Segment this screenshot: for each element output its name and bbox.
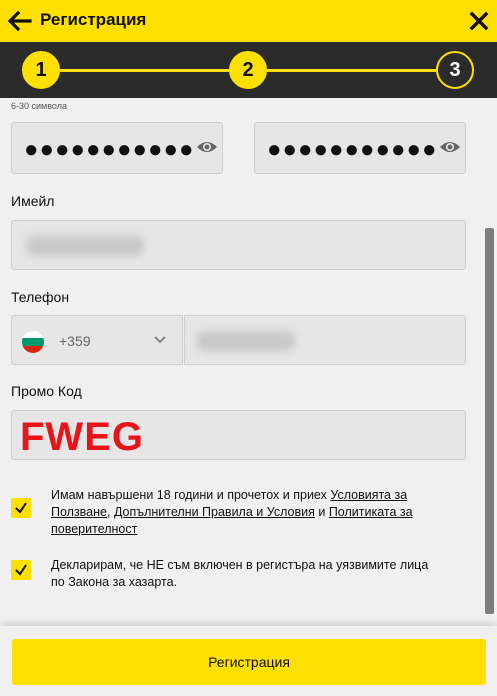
back-arrow-icon[interactable] bbox=[6, 9, 32, 33]
password-field[interactable]: ●●●●●●●●●●● bbox=[11, 122, 223, 174]
page-title: Регистрация bbox=[40, 10, 147, 29]
password-value: ●●●●●●●●●●● bbox=[24, 136, 195, 163]
step-3: 3 bbox=[436, 51, 474, 89]
confirm-password-value: ●●●●●●●●●●● bbox=[267, 136, 438, 163]
promo-code-value: FWEG bbox=[20, 415, 144, 459]
password-hint: 6-30 символа bbox=[11, 101, 67, 111]
show-confirm-password-icon[interactable] bbox=[439, 139, 461, 155]
bulgaria-flag-icon bbox=[22, 331, 44, 353]
declaration-text: Декларирам, че НЕ съм включен в регистър… bbox=[51, 558, 429, 589]
step-1: 1 bbox=[22, 51, 60, 89]
header-bar: Регистрация bbox=[0, 0, 497, 42]
scrollbar[interactable] bbox=[485, 228, 494, 614]
email-label: Имейл bbox=[11, 193, 55, 209]
checkmark-icon bbox=[15, 502, 27, 514]
age-terms-intro: Имам навършени 18 години и прочетох и пр… bbox=[51, 488, 331, 502]
separator-comma: , bbox=[107, 505, 114, 519]
checkmark-icon bbox=[15, 564, 27, 576]
country-code-value: +359 bbox=[59, 333, 91, 349]
email-field[interactable] bbox=[11, 220, 466, 270]
promo-label: Промо Код bbox=[11, 383, 82, 399]
age-terms-text: Имам навършени 18 години и прочетох и пр… bbox=[51, 487, 431, 538]
phone-value-redacted bbox=[197, 331, 295, 351]
separator-and: и bbox=[314, 505, 329, 519]
registration-stepper: 1 2 3 bbox=[0, 42, 497, 98]
promo-code-field[interactable]: FWEG bbox=[11, 410, 466, 460]
register-button[interactable]: Регистрация bbox=[12, 639, 486, 685]
chevron-down-icon bbox=[154, 336, 166, 344]
footer-bar: Регистрация bbox=[0, 626, 497, 696]
step-2: 2 bbox=[229, 51, 267, 89]
country-code-select[interactable]: +359 bbox=[11, 315, 183, 365]
confirm-password-field[interactable]: ●●●●●●●●●●● bbox=[254, 122, 466, 174]
declaration-checkbox[interactable] bbox=[11, 560, 31, 580]
additional-rules-link[interactable]: Допълнителни Правила и Условия bbox=[114, 505, 315, 519]
phone-number-field[interactable] bbox=[184, 315, 466, 365]
phone-label: Телефон bbox=[11, 289, 70, 305]
show-password-icon[interactable] bbox=[196, 139, 218, 155]
age-terms-checkbox[interactable] bbox=[11, 498, 31, 518]
email-value-redacted bbox=[26, 236, 144, 256]
close-icon[interactable] bbox=[469, 11, 489, 31]
